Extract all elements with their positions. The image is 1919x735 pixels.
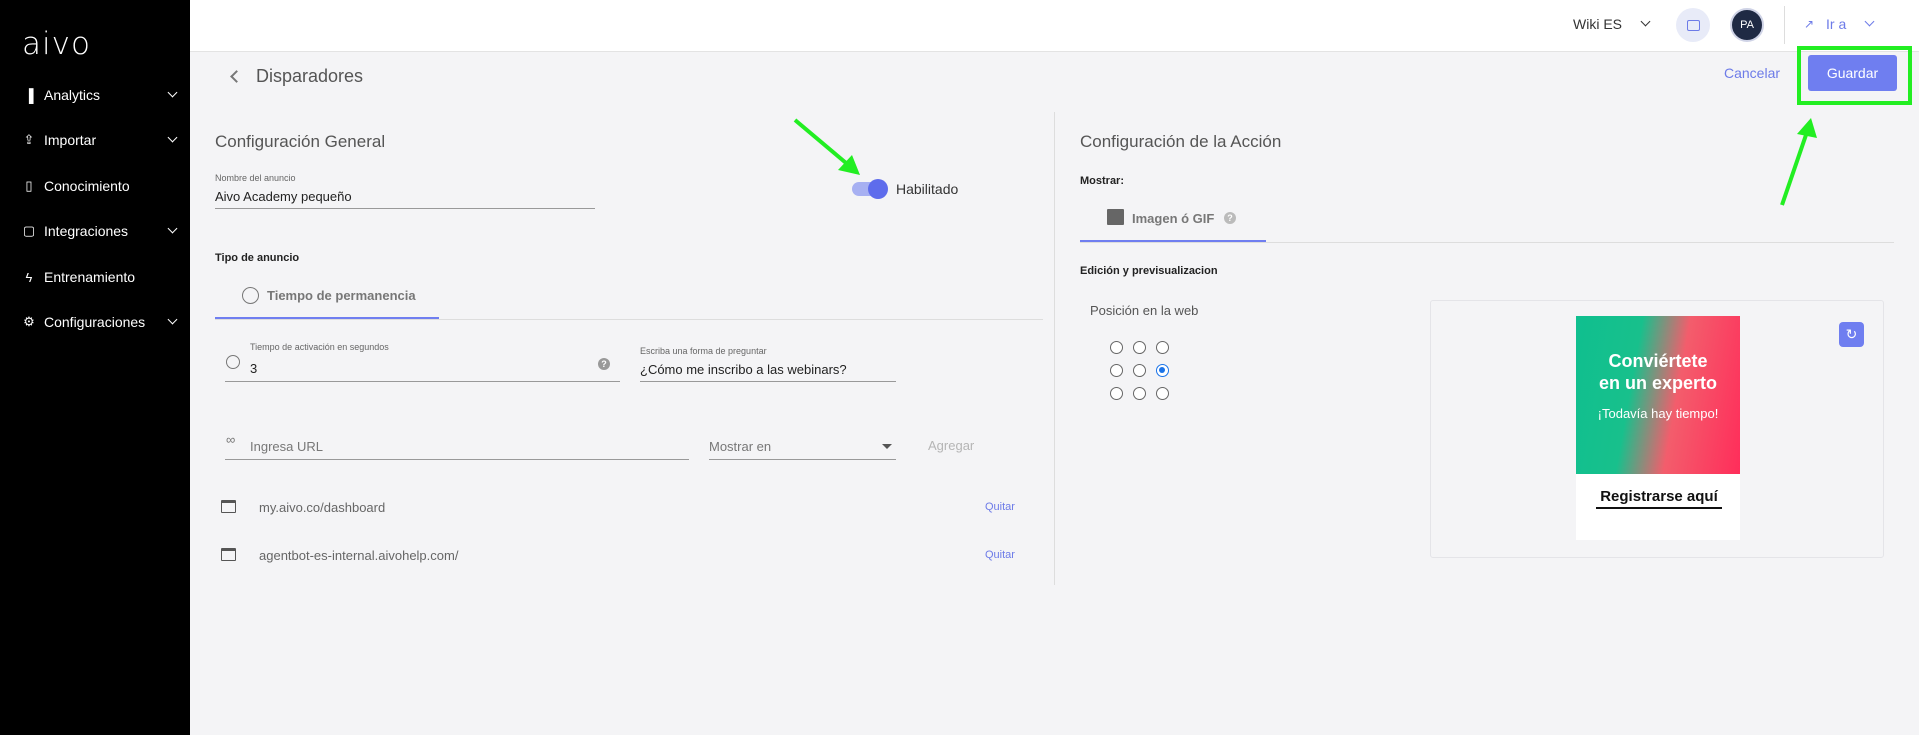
url-list-item: agentbot-es-internal.aivohelp.com/ <box>259 548 459 563</box>
name-field-label: Nombre del anuncio <box>215 173 296 183</box>
sidebar-item-importar[interactable]: ⇪ Importar <box>20 125 180 155</box>
position-radio-bottom-left[interactable] <box>1110 387 1123 400</box>
tab-imagen-gif[interactable]: Imagen ó GIF <box>1132 211 1214 226</box>
remove-url-button[interactable]: Quitar <box>985 501 1015 513</box>
enabled-label: Habilitado <box>896 181 959 197</box>
save-button[interactable]: Guardar <box>1808 55 1897 91</box>
url-input[interactable]: Ingresa URL <box>250 439 323 454</box>
sidebar-item-configuraciones[interactable]: ⚙ Configuraciones <box>20 307 180 337</box>
add-url-button[interactable]: Agregar <box>928 438 974 453</box>
sidebar: aivo ▐ Analytics ⇪ Importar ▯ Conocimien… <box>0 0 190 735</box>
name-field[interactable]: Aivo Academy pequeño <box>215 189 352 204</box>
enabled-toggle-knob[interactable] <box>868 179 888 199</box>
caret-down-icon[interactable] <box>882 444 892 449</box>
banner-subline: ¡Todavía hay tiempo! <box>1597 406 1719 421</box>
sidebar-item-conocimiento[interactable]: ▯ Conocimiento <box>20 171 180 201</box>
sidebar-item-label: Entrenamiento <box>44 269 136 285</box>
topbar: Wiki ES PA ↗ Ir a <box>190 0 1919 52</box>
position-radio-top-left[interactable] <box>1110 341 1123 354</box>
sidebar-item-entrenamiento[interactable]: ϟ Entrenamiento <box>20 262 180 292</box>
sidebar-item-label: Importar <box>44 132 97 148</box>
question-input[interactable]: ¿Cómo me inscribo a las webinars? <box>640 362 847 377</box>
position-radio-middle-left[interactable] <box>1110 364 1123 377</box>
chevron-down-icon <box>167 132 178 143</box>
tabs-divider <box>215 319 1043 320</box>
clock-icon <box>226 355 240 369</box>
position-label: Posición en la web <box>1090 303 1199 318</box>
show-in-select[interactable]: Mostrar en <box>709 439 771 454</box>
sidebar-item-label: Integraciones <box>44 223 129 239</box>
banner-gradient <box>1576 316 1740 474</box>
cancel-button[interactable]: Cancelar <box>1724 65 1780 81</box>
workspace-selector[interactable]: Wiki ES <box>1573 16 1622 32</box>
page-title: Disparadores <box>256 66 364 86</box>
chat-icon <box>1686 19 1700 31</box>
action-section-title: Configuración de la Acción <box>1080 132 1282 151</box>
annotation-arrow-toggle <box>793 118 860 175</box>
tabs-divider <box>1080 242 1894 243</box>
banner-headline-line-1: Conviértete <box>1608 351 1708 371</box>
sidebar-item-label: Configuraciones <box>44 314 146 330</box>
sidebar-item-label: Conocimiento <box>44 178 130 194</box>
position-radio-middle-right[interactable] <box>1156 364 1169 377</box>
chevron-down-icon[interactable] <box>1640 16 1651 27</box>
column-divider <box>1054 112 1055 585</box>
upload-icon: ⇪ <box>23 132 35 147</box>
banner-cta: Registrarse aquí <box>1596 488 1722 509</box>
bar-chart-icon: ▐ <box>24 87 34 103</box>
browser-window-icon <box>221 500 236 513</box>
banner-preview: Conviértete en un experto ¡Todavía hay t… <box>1576 316 1740 540</box>
activation-field-underline <box>225 381 620 382</box>
divider <box>1784 6 1785 44</box>
position-radio-top-center[interactable] <box>1133 341 1146 354</box>
chevron-down-icon <box>167 87 178 98</box>
help-icon[interactable]: ? <box>598 358 610 370</box>
show-label: Mostrar: <box>1080 175 1125 187</box>
bolt-icon: ϟ <box>25 269 33 285</box>
remove-url-button[interactable]: Quitar <box>985 549 1015 561</box>
book-icon: ▯ <box>25 178 33 193</box>
url-input-underline <box>225 459 689 460</box>
annotation-arrow-save <box>1780 118 1817 206</box>
chevron-down-icon[interactable] <box>1864 16 1875 27</box>
position-radio-bottom-right[interactable] <box>1156 387 1169 400</box>
type-label: Tipo de anuncio <box>215 252 300 264</box>
goto-menu[interactable]: Ir a <box>1826 16 1846 32</box>
chevron-down-icon <box>167 314 178 325</box>
banner-headline-line-2: en un experto <box>1598 373 1718 393</box>
position-radio-bottom-center[interactable] <box>1133 387 1146 400</box>
avatar[interactable]: PA <box>1730 8 1764 42</box>
sidebar-item-label: Analytics <box>44 87 101 103</box>
show-in-select-underline <box>709 459 896 460</box>
external-link-icon[interactable]: ↗ <box>1804 17 1814 31</box>
edit-preview-label: Edición y previsualizacion <box>1080 265 1218 277</box>
help-icon[interactable]: ? <box>1224 212 1236 224</box>
question-field-underline <box>640 381 896 382</box>
activation-time-input[interactable]: 3 <box>250 361 257 376</box>
sidebar-item-analytics[interactable]: ▐ Analytics <box>20 80 180 110</box>
position-radio-middle-center[interactable] <box>1133 364 1146 377</box>
tab-tiempo-permanencia[interactable]: Tiempo de permanencia <box>267 288 416 303</box>
clock-icon <box>242 287 259 304</box>
activation-field-label: Tiempo de activación en segundos <box>250 342 389 352</box>
general-section-title: Configuración General <box>215 132 386 151</box>
refresh-icon[interactable]: ↻ <box>1839 322 1864 347</box>
chevron-down-icon <box>167 223 178 234</box>
image-icon <box>1107 209 1124 225</box>
position-radio-top-right[interactable] <box>1156 341 1169 354</box>
question-field-label: Escriba una forma de preguntar <box>640 346 767 356</box>
banner-headline: Conviértete en un experto <box>1576 350 1740 394</box>
link-icon: ∞ <box>226 432 236 447</box>
url-list-item: my.aivo.co/dashboard <box>259 500 386 515</box>
chat-button[interactable] <box>1676 8 1710 42</box>
back-arrow-icon[interactable] <box>230 70 243 83</box>
aivo-logo[interactable]: aivo <box>22 26 91 62</box>
chat-icon: ▢ <box>22 223 36 238</box>
gear-icon: ⚙ <box>23 314 35 329</box>
browser-window-icon <box>221 548 236 561</box>
name-field-underline <box>215 208 595 209</box>
sidebar-item-integraciones[interactable]: ▢ Integraciones <box>20 216 180 246</box>
